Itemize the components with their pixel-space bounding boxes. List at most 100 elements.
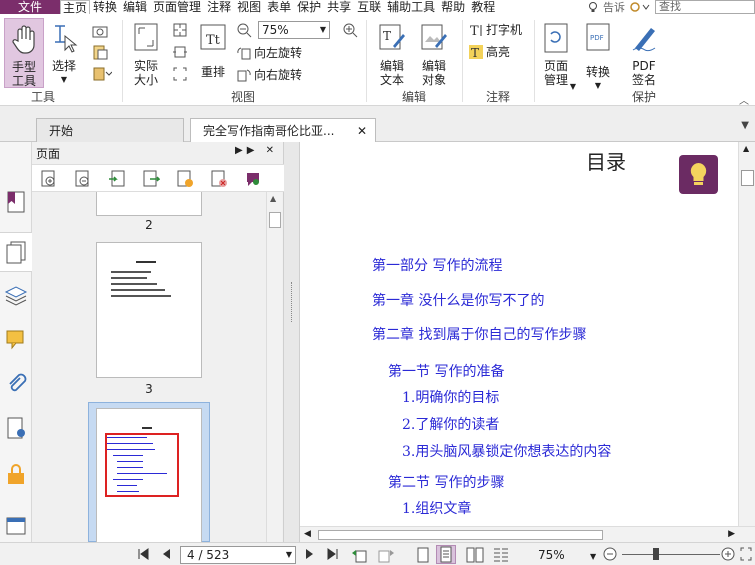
lightbulb-icon[interactable] xyxy=(587,1,599,13)
toc-entry[interactable]: 第二章 找到属于你自己的写作步骤 xyxy=(372,324,586,344)
highlight-button[interactable]: T 高亮 xyxy=(468,44,510,60)
zoom-out-status-icon[interactable] xyxy=(603,547,617,561)
panel-collapse-icon[interactable]: ▶▶ ✕ xyxy=(235,145,278,156)
actual-size-button[interactable]: 实际 大小 xyxy=(128,18,164,88)
panel-splitter[interactable] xyxy=(284,142,300,542)
close-tab-icon[interactable]: ✕ xyxy=(357,119,367,143)
toc-entry[interactable]: 第一部分 写作的流程 xyxy=(372,255,502,275)
page-thumbnail-current[interactable] xyxy=(96,408,202,542)
toc-entry[interactable]: 第二节 写作的步骤 xyxy=(388,472,504,492)
signature-panel-icon[interactable] xyxy=(4,416,28,440)
hand-tool-button[interactable]: 手型 工具 xyxy=(4,18,44,88)
toc-entry[interactable]: 3.用头脑风暴锁定你想表达的内容 xyxy=(402,441,611,461)
tab-start[interactable]: 开始 xyxy=(36,118,184,142)
previous-view-icon[interactable] xyxy=(350,547,370,563)
toc-entry[interactable]: 第一节 写作的准备 xyxy=(388,361,504,381)
menu-help[interactable]: 帮助 xyxy=(438,0,468,14)
toc-entry[interactable]: 2.了解你的读者 xyxy=(402,414,499,434)
select-tool-button[interactable]: 选择 ▼ xyxy=(46,18,82,88)
toc-entry[interactable]: 第一章 没什么是你写不了的 xyxy=(372,290,544,310)
lock-icon[interactable] xyxy=(4,462,28,486)
menu-protect[interactable]: 保护 xyxy=(294,0,324,14)
menu-home[interactable]: 主页 xyxy=(60,0,91,14)
zoom-thumbnail-out-icon[interactable] xyxy=(74,170,92,188)
menu-page-manage[interactable]: 页面管理 xyxy=(150,0,204,14)
pages-panel-button[interactable] xyxy=(0,232,32,272)
menu-share[interactable]: 共享 xyxy=(324,0,354,14)
extract-page-icon[interactable] xyxy=(142,170,160,188)
tab-list-dropdown-icon[interactable]: ▼ xyxy=(741,120,749,131)
continuous-facing-view-icon[interactable] xyxy=(492,547,510,563)
tips-lightbulb-button[interactable] xyxy=(679,155,718,194)
fullscreen-icon[interactable] xyxy=(740,547,752,561)
bookmark-icon[interactable] xyxy=(4,190,28,214)
thumbnail-list[interactable]: 2 3 xyxy=(32,192,266,542)
document-view[interactable]: 目录 第一部分 写作的流程 第一章 没什么是你写不了的 第二章 找到属于你自己的… xyxy=(300,142,738,526)
zoom-in-status-icon[interactable] xyxy=(721,547,735,561)
menu-accessibility[interactable]: 辅助工具 xyxy=(384,0,438,14)
facing-view-icon[interactable] xyxy=(466,547,484,563)
zoom-select[interactable]: 75% ▼ xyxy=(258,21,330,39)
status-zoom-dropdown-icon[interactable]: ▼ xyxy=(590,549,596,565)
menu-form[interactable]: 表单 xyxy=(264,0,294,14)
tell-me-label[interactable]: 告诉 xyxy=(603,0,625,14)
rotate-left-button[interactable]: 向左旋转 xyxy=(236,45,302,61)
scroll-right-icon[interactable]: ▶ xyxy=(728,529,735,539)
last-page-icon[interactable] xyxy=(326,547,340,561)
scroll-up-icon[interactable]: ▲ xyxy=(270,194,276,203)
menu-connect[interactable]: 互联 xyxy=(354,0,384,14)
page-number-input[interactable]: 4 / 523 ▼ xyxy=(180,546,296,564)
page-dropdown-icon[interactable]: ▼ xyxy=(286,547,292,563)
snapshot-icon[interactable] xyxy=(92,24,108,38)
search-input[interactable]: 查找 xyxy=(655,0,755,14)
fit-width-icon[interactable] xyxy=(172,44,188,60)
replace-page-icon[interactable] xyxy=(176,170,194,188)
first-page-icon[interactable] xyxy=(136,547,150,561)
scroll-left-icon[interactable]: ◀ xyxy=(304,529,311,539)
continuous-view-button[interactable] xyxy=(436,545,456,564)
toc-entry[interactable]: 1.组织文章 xyxy=(402,498,471,518)
scroll-up-icon[interactable]: ▲ xyxy=(743,144,749,153)
ribbon-collapse-icon[interactable]: ︿ xyxy=(739,92,749,107)
zoom-in-icon[interactable] xyxy=(342,22,358,38)
fit-page-icon[interactable] xyxy=(172,22,188,38)
tab-document[interactable]: 完全写作指南哥伦比亚... ✕ xyxy=(190,118,376,142)
rotate-right-button[interactable]: 向右旋转 xyxy=(236,67,302,83)
document-horizontal-scrollbar[interactable]: ◀ ▶ xyxy=(300,526,755,542)
scrollbar-thumb[interactable] xyxy=(318,530,603,540)
page-manage-button[interactable]: 页面 管理 ▼ xyxy=(536,18,576,92)
edit-text-button[interactable]: T 编辑 文本 xyxy=(372,18,412,88)
toc-entry[interactable]: 1.明确你的目标 xyxy=(402,387,499,407)
comments-icon[interactable] xyxy=(4,328,28,352)
clipboard-icon[interactable] xyxy=(92,44,108,60)
zoom-slider-handle[interactable] xyxy=(653,548,659,560)
reflow-button[interactable]: Tt 重排 xyxy=(196,18,230,88)
zoom-slider-track[interactable] xyxy=(622,554,720,555)
menu-tutorial[interactable]: 教程 xyxy=(468,0,498,14)
fit-visible-icon[interactable] xyxy=(172,66,188,82)
menu-comment[interactable]: 注释 xyxy=(204,0,234,14)
document-vertical-scrollbar[interactable]: ▲ xyxy=(738,142,755,526)
search-dropdown-icon[interactable] xyxy=(629,1,651,13)
next-view-icon[interactable] xyxy=(376,547,396,563)
previous-page-icon[interactable] xyxy=(160,547,172,561)
page-thumbnail[interactable] xyxy=(96,192,202,216)
insert-page-icon[interactable] xyxy=(108,170,126,188)
zoom-thumbnail-in-icon[interactable] xyxy=(40,170,58,188)
layers-icon[interactable] xyxy=(4,282,28,306)
thumbnail-view-rectangle[interactable] xyxy=(105,433,179,497)
status-zoom-value[interactable]: 75% xyxy=(538,547,565,563)
menu-edit[interactable]: 编辑 xyxy=(120,0,150,14)
article-icon[interactable] xyxy=(4,514,28,538)
typewriter-button[interactable]: T 打字机 xyxy=(468,22,522,38)
delete-page-icon[interactable] xyxy=(210,170,228,188)
single-page-view-icon[interactable] xyxy=(416,547,430,563)
next-page-icon[interactable] xyxy=(304,547,316,561)
convert-button[interactable]: PDF 转换 ▼ xyxy=(580,18,616,92)
thumbnail-scrollbar[interactable]: ▲ xyxy=(266,192,282,542)
menu-view[interactable]: 视图 xyxy=(234,0,264,14)
edit-object-button[interactable]: 编辑 对象 xyxy=(414,18,454,88)
scrollbar-thumb[interactable] xyxy=(269,212,281,228)
page-thumbnail[interactable] xyxy=(96,242,202,378)
attachment-icon[interactable] xyxy=(4,372,28,396)
